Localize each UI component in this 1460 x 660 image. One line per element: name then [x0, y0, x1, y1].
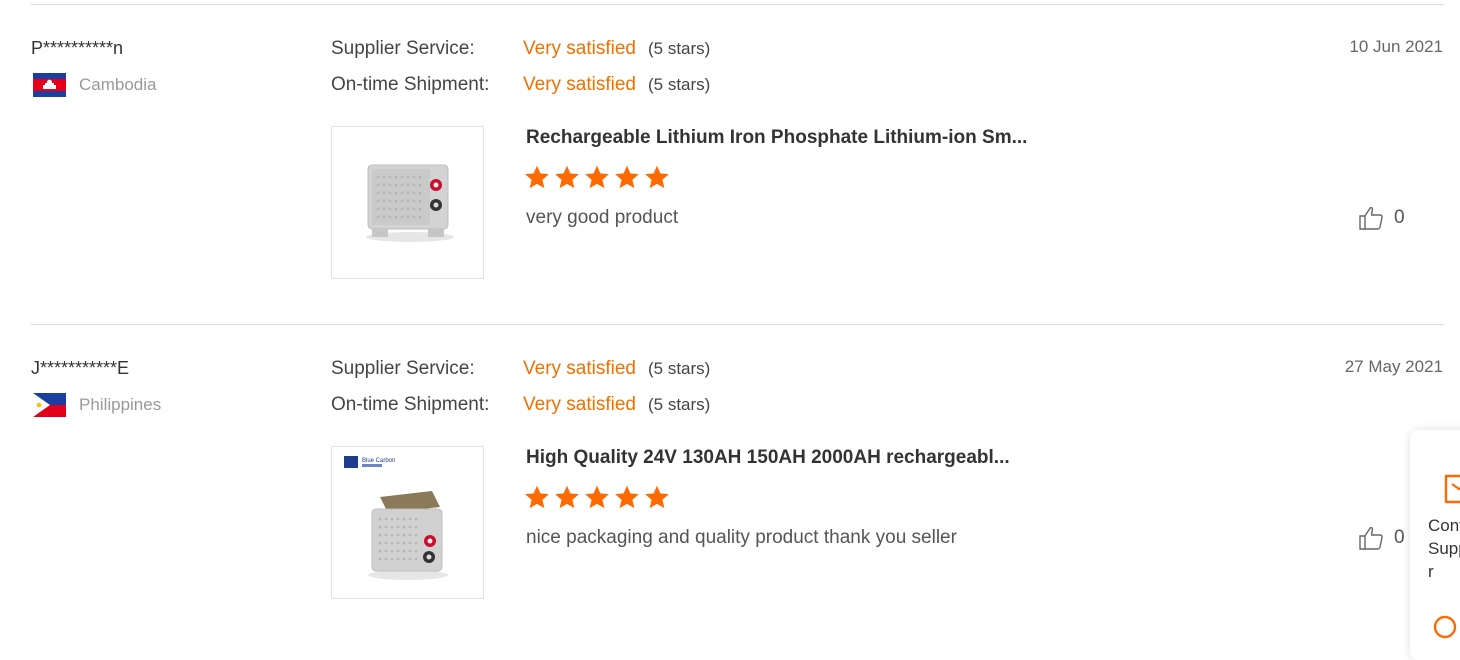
supplier-service-stars: (5 stars) — [648, 39, 711, 58]
country-name: Philippines — [79, 395, 162, 414]
ontime-shipment-value: Very satisfied — [523, 394, 636, 415]
supplier-service-label: Supplier Service: — [331, 38, 475, 59]
supplier-service-value: Very satisfied — [523, 358, 636, 379]
star-icon — [645, 165, 669, 189]
product-title-link[interactable]: High Quality 24V 130AH 150AH 2000AH rech… — [526, 447, 1010, 469]
star-icon — [615, 485, 639, 509]
battery-image: Blue Carbon — [344, 456, 448, 580]
review-date: 27 May 2021 — [1344, 357, 1443, 376]
thumbs-up-icon — [1359, 526, 1383, 550]
review-divider — [31, 324, 1444, 325]
message-icon — [1444, 474, 1460, 504]
ontime-shipment-label: On-time Shipment: — [331, 394, 490, 415]
star-icon — [525, 485, 549, 509]
like-button[interactable]: 0 — [1358, 205, 1405, 231]
like-count: 0 — [1394, 527, 1405, 548]
star-icon — [555, 165, 579, 189]
chat-icon — [1433, 615, 1457, 639]
top-divider — [31, 4, 1444, 5]
star-icon — [525, 165, 549, 189]
reviewer-name: J***********E — [31, 358, 130, 378]
star-icon — [585, 485, 609, 509]
review-comment: very good product — [526, 207, 679, 228]
product-title-link[interactable]: Rechargeable Lithium Iron Phosphate Lith… — [526, 127, 1027, 149]
ontime-shipment-row: On-time Shipment: Very satisfied (5 star… — [331, 394, 710, 416]
reviewer-country: Cambodia — [33, 73, 157, 97]
rating-stars — [524, 164, 670, 190]
supplier-service-value: Very satisfied — [523, 38, 636, 59]
supplier-service-row: Supplier Service: Very satisfied (5 star… — [331, 38, 710, 60]
review-date: 10 Jun 2021 — [1349, 37, 1443, 56]
ontime-shipment-label: On-time Shipment: — [331, 74, 490, 95]
ontime-shipment-stars: (5 stars) — [648, 75, 711, 94]
star-icon — [615, 165, 639, 189]
ontime-shipment-stars: (5 stars) — [648, 395, 711, 414]
supplier-service-label: Supplier Service: — [331, 358, 475, 379]
review-comment: nice packaging and quality product thank… — [526, 527, 957, 548]
battery-image — [366, 164, 454, 242]
contact-supplier-panel[interactable]: Contact Supplier — [1410, 430, 1460, 660]
cambodia-flag-icon — [33, 73, 66, 97]
review-item: P**********n Cambodia Supplier Service: … — [0, 37, 1460, 338]
review-item: J***********E Philippines Supplier Servi… — [0, 357, 1460, 658]
rating-stars — [524, 484, 670, 510]
product-thumbnail[interactable] — [331, 126, 484, 279]
brand-logo-text: Blue Carbon — [362, 458, 395, 464]
reviewer-country: Philippines — [33, 393, 161, 417]
philippines-flag-icon — [33, 393, 66, 417]
reviewer-name: P**********n — [31, 38, 124, 58]
ontime-shipment-row: On-time Shipment: Very satisfied (5 star… — [331, 74, 710, 96]
supplier-service-row: Supplier Service: Very satisfied (5 star… — [331, 358, 710, 380]
ontime-shipment-value: Very satisfied — [523, 74, 636, 95]
like-button[interactable]: 0 — [1358, 525, 1405, 551]
star-icon — [645, 485, 669, 509]
supplier-service-stars: (5 stars) — [648, 359, 711, 378]
like-count: 0 — [1394, 207, 1405, 228]
star-icon — [555, 485, 579, 509]
thumbs-up-icon — [1359, 206, 1383, 230]
contact-supplier-label[interactable]: Contact Supplier — [1428, 514, 1460, 583]
country-name: Cambodia — [79, 75, 157, 94]
star-icon — [585, 165, 609, 189]
product-thumbnail[interactable]: Blue Carbon — [331, 446, 484, 599]
